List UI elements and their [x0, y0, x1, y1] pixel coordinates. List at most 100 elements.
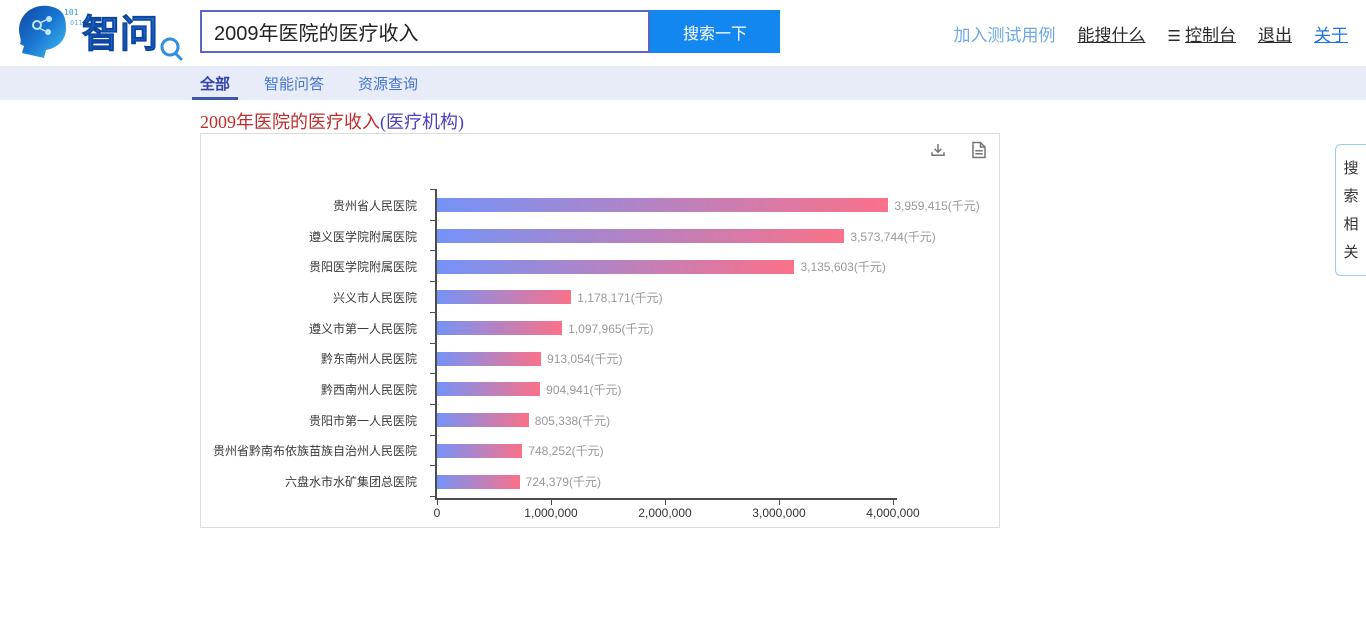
x-axis-tick: [779, 500, 780, 505]
y-axis-tick: [430, 250, 435, 251]
search-related-button[interactable]: 搜索相关: [1335, 144, 1366, 276]
x-axis-label: 1,000,000: [524, 506, 577, 520]
bar-track: 3,135,603(千元): [427, 258, 999, 275]
x-axis-label: 0: [434, 506, 441, 520]
x-axis-tick: [551, 500, 552, 505]
category-label: 贵阳市第一人民医院: [201, 412, 427, 429]
bar: [437, 475, 520, 489]
chart-row: 黔东南州人民医院 913,054(千元): [201, 343, 999, 374]
header: 101 0110 智问 搜索一下 加入测试用例 能搜什么 ☰控制台 退出 关于: [0, 0, 1366, 66]
download-icon[interactable]: [929, 141, 947, 159]
bar: [437, 260, 794, 274]
chart-row: 遵义市第一人民医院 1,097,965(千元): [201, 313, 999, 344]
svg-text:101: 101: [64, 8, 79, 17]
bar-track: 904,941(千元): [427, 381, 999, 398]
x-axis-label: 3,000,000: [752, 506, 805, 520]
x-axis-tick: [665, 500, 666, 505]
tab-all[interactable]: 全部: [200, 66, 230, 100]
chart-row: 贵州省人民医院 3,959,415(千元): [201, 190, 999, 221]
bar-value-label: 904,941(千元): [546, 381, 621, 398]
bar-value-label: 724,379(千元): [526, 473, 601, 490]
bar-track: 748,252(千元): [427, 442, 999, 459]
bar-track: 3,573,744(千元): [427, 228, 999, 245]
x-axis-tick: [437, 500, 438, 505]
category-label: 遵义市第一人民医院: [201, 320, 427, 337]
link-add-test-case[interactable]: 加入测试用例: [954, 21, 1056, 46]
chart-row: 遵义医学院附属医院 3,573,744(千元): [201, 221, 999, 252]
category-label: 黔西南州人民医院: [201, 381, 427, 398]
bar-value-label: 805,338(千元): [535, 412, 610, 429]
bar-track: 724,379(千元): [427, 473, 999, 490]
bar: [437, 198, 888, 212]
y-axis-tick: [430, 404, 435, 405]
result-title: 2009年医院的医疗收入(医疗机构): [200, 108, 464, 134]
bar: [437, 321, 562, 335]
y-axis-tick: [430, 189, 435, 190]
header-links: 加入测试用例 能搜什么 ☰控制台 退出 关于: [954, 0, 1348, 66]
category-label: 贵阳医学院附属医院: [201, 258, 427, 275]
link-console[interactable]: ☰控制台: [1168, 21, 1236, 46]
category-label: 六盘水市水矿集团总医院: [201, 473, 427, 490]
bar: [437, 352, 541, 366]
y-axis-tick: [430, 496, 435, 497]
category-label: 遵义医学院附属医院: [201, 228, 427, 245]
bar-value-label: 3,959,415(千元): [894, 197, 979, 214]
y-axis-tick: [430, 281, 435, 282]
category-label: 贵州省黔南布依族苗族自治州人民医院: [201, 442, 427, 459]
bar-track: 805,338(千元): [427, 412, 999, 429]
search-button[interactable]: 搜索一下: [650, 10, 780, 53]
tab-resource-query[interactable]: 资源查询: [358, 66, 418, 100]
head-icon: [19, 6, 66, 58]
y-axis-tick: [430, 220, 435, 221]
tab-smart-qa[interactable]: 智能问答: [264, 66, 324, 100]
link-what-can-search[interactable]: 能搜什么: [1078, 21, 1146, 46]
category-label: 贵州省人民医院: [201, 197, 427, 214]
y-axis-tick: [430, 312, 435, 313]
bar-track: 913,054(千元): [427, 350, 999, 367]
document-icon[interactable]: [971, 141, 987, 159]
tab-bar: 全部 智能问答 资源查询: [0, 66, 1366, 100]
category-label: 黔东南州人民医院: [201, 350, 427, 367]
bar: [437, 382, 540, 396]
search-related-label: 搜索相关: [1344, 155, 1359, 267]
bar: [437, 229, 844, 243]
link-about[interactable]: 关于: [1314, 21, 1348, 46]
chart-panel: 贵州省人民医院 3,959,415(千元) 遵义医学院附属医院 3,573,744(千…: [200, 133, 1000, 528]
bar-value-label: 913,054(千元): [547, 350, 622, 367]
chart-row: 贵州省黔南布依族苗族自治州人民医院 748,252(千元): [201, 436, 999, 467]
x-axis-tick: [893, 500, 894, 505]
result-title-main: 2009年医院的医疗收入: [200, 112, 380, 132]
chart-toolbar: [929, 141, 987, 159]
y-axis-tick: [430, 435, 435, 436]
bar-track: 3,959,415(千元): [427, 197, 999, 214]
x-axis-label: 4,000,000: [866, 506, 919, 520]
bar-chart: 贵州省人民医院 3,959,415(千元) 遵义医学院附属医院 3,573,744(千…: [201, 190, 999, 497]
bar: [437, 290, 571, 304]
search-input[interactable]: [200, 10, 650, 53]
chart-row: 兴义市人民医院 1,178,171(千元): [201, 282, 999, 313]
x-axis-label: 2,000,000: [638, 506, 691, 520]
chart-row: 贵阳医学院附属医院 3,135,603(千元): [201, 251, 999, 282]
bar: [437, 413, 529, 427]
bar-track: 1,097,965(千元): [427, 320, 999, 337]
result-title-suffix: (医疗机构): [380, 112, 464, 132]
y-axis-tick: [430, 465, 435, 466]
bar-value-label: 3,135,603(千元): [800, 258, 885, 275]
bar-track: 1,178,171(千元): [427, 289, 999, 306]
chart-row: 六盘水市水矿集团总医院 724,379(千元): [201, 466, 999, 497]
category-label: 兴义市人民医院: [201, 289, 427, 306]
bar-value-label: 1,178,171(千元): [577, 289, 662, 306]
bar: [437, 444, 522, 458]
x-axis: [435, 498, 897, 500]
brand-logo[interactable]: 101 0110 智问: [12, 2, 192, 64]
bar-value-label: 3,573,744(千元): [850, 228, 935, 245]
svg-text:智问: 智问: [82, 14, 158, 56]
link-logout[interactable]: 退出: [1258, 21, 1292, 46]
menu-icon: ☰: [1168, 27, 1181, 45]
chart-row: 黔西南州人民医院 904,941(千元): [201, 374, 999, 405]
y-axis-tick: [430, 343, 435, 344]
brand-logo-image: 101 0110 智问: [12, 3, 190, 63]
bar-value-label: 748,252(千元): [528, 442, 603, 459]
chart-row: 贵阳市第一人民医院 805,338(千元): [201, 405, 999, 436]
bar-value-label: 1,097,965(千元): [568, 320, 653, 337]
